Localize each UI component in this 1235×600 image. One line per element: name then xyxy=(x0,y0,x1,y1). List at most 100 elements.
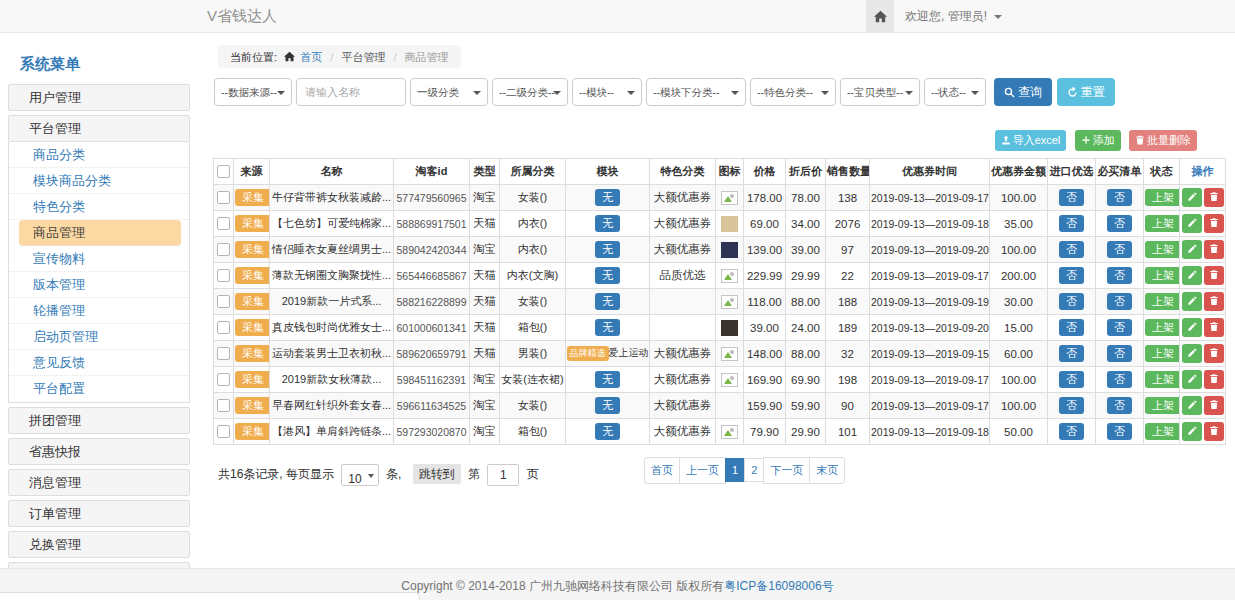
batch-delete-button[interactable]: 批量删除 xyxy=(1129,130,1197,151)
delete-button[interactable] xyxy=(1204,396,1224,415)
sidebar-subitem[interactable]: 版本管理 xyxy=(9,272,189,298)
must-buy-toggle[interactable]: 否 xyxy=(1107,371,1132,388)
platform-type: 天猫 xyxy=(470,263,500,289)
must-buy-toggle[interactable]: 否 xyxy=(1107,241,1132,258)
page-number-input[interactable] xyxy=(487,464,519,486)
imported-toggle[interactable]: 否 xyxy=(1059,241,1084,258)
delete-button[interactable] xyxy=(1204,344,1224,363)
row-checkbox[interactable] xyxy=(217,347,230,360)
page-button-末页[interactable]: 末页 xyxy=(809,457,845,484)
reset-button[interactable]: 重置 xyxy=(1057,78,1115,106)
status-select[interactable]: --状态-- xyxy=(924,78,986,106)
delete-button[interactable] xyxy=(1204,266,1224,285)
sidebar-subitem[interactable]: 意见反馈 xyxy=(9,350,189,376)
row-checkbox[interactable] xyxy=(217,191,230,204)
imported-toggle[interactable]: 否 xyxy=(1059,293,1084,310)
delete-button[interactable] xyxy=(1204,422,1224,441)
row-checkbox[interactable] xyxy=(217,295,230,308)
row-checkbox[interactable] xyxy=(217,373,230,386)
data-source-select[interactable]: --数据来源-- xyxy=(214,78,292,106)
imported-toggle[interactable]: 否 xyxy=(1059,371,1084,388)
imported-toggle[interactable]: 否 xyxy=(1059,267,1084,284)
imported-toggle[interactable]: 否 xyxy=(1059,215,1084,232)
edit-button[interactable] xyxy=(1182,188,1202,207)
module-select[interactable]: --模块-- xyxy=(572,78,642,106)
row-checkbox[interactable] xyxy=(217,321,230,334)
coupon-amount: 35.00 xyxy=(990,211,1048,237)
sidebar-item-0[interactable]: 用户管理 xyxy=(8,84,190,111)
delete-button[interactable] xyxy=(1204,188,1224,207)
icp-link[interactable]: 粤ICP备16098006号 xyxy=(724,579,833,593)
edit-button[interactable] xyxy=(1182,422,1202,441)
edit-button[interactable] xyxy=(1182,240,1202,259)
edit-button[interactable] xyxy=(1182,292,1202,311)
page-button-下一页[interactable]: 下一页 xyxy=(763,457,810,484)
imported-toggle[interactable]: 否 xyxy=(1059,423,1084,440)
sidebar-subitem[interactable]: 启动页管理 xyxy=(9,324,189,350)
per-page-select[interactable]: 10 xyxy=(341,464,378,486)
row-checkbox[interactable] xyxy=(217,243,230,256)
search-button[interactable]: 查询 xyxy=(994,78,1052,106)
sidebar-subitem[interactable]: 轮播管理 xyxy=(9,298,189,324)
edit-button[interactable] xyxy=(1182,214,1202,233)
delete-button[interactable] xyxy=(1204,240,1224,259)
imported-toggle[interactable]: 否 xyxy=(1059,345,1084,362)
level2-category-select[interactable]: --二级分类-- xyxy=(492,78,568,106)
must-buy-toggle[interactable]: 否 xyxy=(1107,189,1132,206)
status-badge: 上架 xyxy=(1145,319,1180,336)
must-buy-toggle[interactable]: 否 xyxy=(1107,267,1132,284)
row-checkbox[interactable] xyxy=(217,425,230,438)
imported-toggle[interactable]: 否 xyxy=(1059,189,1084,206)
sidebar-subitem[interactable]: 商品分类 xyxy=(9,142,189,168)
must-buy-toggle[interactable]: 否 xyxy=(1107,423,1132,440)
row-checkbox[interactable] xyxy=(217,269,230,282)
must-buy-toggle[interactable]: 否 xyxy=(1107,345,1132,362)
user-menu[interactable]: 欢迎您, 管理员! xyxy=(905,0,1002,32)
import-excel-button[interactable]: 导入excel xyxy=(995,130,1067,151)
edit-button[interactable] xyxy=(1182,370,1202,389)
name-input[interactable] xyxy=(296,78,406,106)
sidebar-subitem[interactable]: 平台配置 xyxy=(9,376,189,402)
sidebar-item-2[interactable]: 拼团管理 xyxy=(8,407,190,434)
select-all-checkbox[interactable] xyxy=(217,165,230,178)
must-buy-toggle[interactable]: 否 xyxy=(1107,215,1132,232)
item-type-select[interactable]: --宝贝类型-- xyxy=(840,78,920,106)
sidebar-item-4[interactable]: 消息管理 xyxy=(8,469,190,496)
sidebar-item-5[interactable]: 订单管理 xyxy=(8,500,190,527)
page-button-上一页[interactable]: 上一页 xyxy=(679,457,726,484)
delete-button[interactable] xyxy=(1204,214,1224,233)
sidebar-subitem[interactable]: 商品管理 xyxy=(19,220,181,246)
sidebar-subitem[interactable]: 模块商品分类 xyxy=(9,168,189,194)
delete-button[interactable] xyxy=(1204,318,1224,337)
sidebar-item-1[interactable]: 平台管理 xyxy=(8,115,190,142)
page-button-首页[interactable]: 首页 xyxy=(644,457,680,484)
row-checkbox[interactable] xyxy=(217,217,230,230)
jump-button[interactable]: 跳转到 xyxy=(413,464,461,484)
breadcrumb-home-link[interactable]: 首页 xyxy=(300,51,322,63)
sidebar-item-3[interactable]: 省惠快报 xyxy=(8,438,190,465)
row-checkbox[interactable] xyxy=(217,399,230,412)
delete-button[interactable] xyxy=(1204,370,1224,389)
edit-button[interactable] xyxy=(1182,266,1202,285)
sidebar-item-6[interactable]: 兑换管理 xyxy=(8,531,190,558)
sidebar-subitem[interactable]: 特色分类 xyxy=(9,194,189,220)
sidebar-group: 用户管理 xyxy=(8,84,190,111)
delete-button[interactable] xyxy=(1204,292,1224,311)
category: 女装(连衣裙) xyxy=(500,367,566,393)
module-subcategory-select[interactable]: --模块下分类-- xyxy=(646,78,746,106)
home-button[interactable] xyxy=(866,0,894,32)
page-button-2[interactable]: 2 xyxy=(744,458,764,482)
edit-button[interactable] xyxy=(1182,396,1202,415)
must-buy-toggle[interactable]: 否 xyxy=(1107,293,1132,310)
imported-toggle[interactable]: 否 xyxy=(1059,319,1084,336)
sidebar-subitem[interactable]: 宣传物料 xyxy=(9,246,189,272)
edit-button[interactable] xyxy=(1182,318,1202,337)
must-buy-toggle[interactable]: 否 xyxy=(1107,397,1132,414)
feature-category-select[interactable]: --特色分类-- xyxy=(750,78,836,106)
level1-category-select[interactable]: 一级分类 xyxy=(410,78,488,106)
add-button[interactable]: 添加 xyxy=(1075,130,1121,151)
edit-button[interactable] xyxy=(1182,344,1202,363)
must-buy-toggle[interactable]: 否 xyxy=(1107,319,1132,336)
imported-toggle[interactable]: 否 xyxy=(1059,397,1084,414)
page-button-1[interactable]: 1 xyxy=(725,458,745,482)
